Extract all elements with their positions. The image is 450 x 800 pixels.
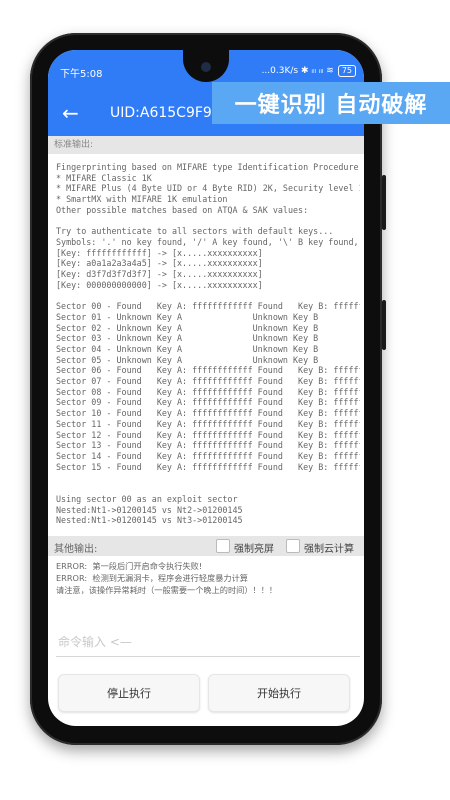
log-line: Nested:Nt1->01200145 vs Nt3->01200145 <box>56 515 243 526</box>
network-speed: ...0.3K/s ✱ ᵢₗₗ ᵢₗₗ ≋ <box>261 66 334 76</box>
log-line: Sector 02 - Unknown Key A Unknown Key B <box>56 322 319 333</box>
log-line: Using sector 00 as an exploit sector <box>56 493 238 504</box>
status-time: 下午5:08 <box>60 69 103 80</box>
log-line: * SmartMX with MIFARE 1K emulation <box>56 194 228 205</box>
start-button[interactable]: 开始执行 <box>208 674 350 712</box>
power-button <box>382 300 386 350</box>
log-line: Sector 06 - Found Key A: ffffffffffff Fo… <box>56 365 360 376</box>
error-line: ERROR: 第一段后门开启命令执行失败! <box>56 561 203 571</box>
log-line: Sector 04 - Unknown Key A Unknown Key B <box>56 343 319 354</box>
log-line: * MIFARE Classic 1K <box>56 172 152 183</box>
log-line: Sector 15 - Found Key A: ffffffffffff Fo… <box>56 461 360 472</box>
log-line: Sector 01 - Unknown Key A Unknown Key B <box>56 311 319 322</box>
log-line: Symbols: '.' no key found, '/' A key fou… <box>56 236 359 247</box>
force-cloud-compute-checkbox[interactable] <box>286 539 300 553</box>
log-line: [Key: d3f7d3f7d3f7] -> [x.....xxxxxxxxxx… <box>56 269 263 280</box>
force-screen-on-checkbox[interactable] <box>216 539 230 553</box>
log-line: Sector 11 - Found Key A: ffffffffffff Fo… <box>56 418 360 429</box>
log-line: Sector 13 - Found Key A: ffffffffffff Fo… <box>56 440 360 451</box>
log-line: [Key: ffffffffffff] -> [x.....xxxxxxxxxx… <box>56 247 263 258</box>
standard-output-label: 标准输出: <box>48 136 364 154</box>
log-line: Sector 09 - Found Key A: ffffffffffff Fo… <box>56 397 360 408</box>
log-line: Try to authenticate to all sectors with … <box>56 226 334 237</box>
stop-button[interactable]: 停止执行 <box>58 674 200 712</box>
log-line: Sector 05 - Unknown Key A Unknown Key B <box>56 354 319 365</box>
log-line: Sector 14 - Found Key A: ffffffffffff Fo… <box>56 450 360 461</box>
log-line: Other possible matches based on ATQA & S… <box>56 204 309 215</box>
log-line: Nested:Nt1->01200145 vs Nt2->01200145 <box>56 504 243 515</box>
other-output-label: 其他输出: <box>54 544 98 555</box>
page-title: UID:A615C9F9 <box>110 105 212 121</box>
error-line: 请注意，该操作异常耗时（一般需要一个晚上的时间）！！！ <box>56 585 278 595</box>
back-arrow-icon[interactable]: ← <box>62 101 79 125</box>
command-input[interactable] <box>56 628 360 657</box>
force-cloud-compute-label: 强制云计算 <box>304 544 354 555</box>
log-line: [Key: 000000000000] -> [x.....xxxxxxxxxx… <box>56 279 263 290</box>
battery-icon: 75 <box>337 65 356 77</box>
force-screen-on-label: 强制亮屏 <box>234 544 274 555</box>
log-line: Sector 00 - Found Key A: ffffffffffff Fo… <box>56 301 360 312</box>
log-line: [Key: a0a1a2a3a4a5] -> [x.....xxxxxxxxxx… <box>56 258 263 269</box>
log-line: Sector 10 - Found Key A: ffffffffffff Fo… <box>56 408 360 419</box>
log-line: Sector 07 - Found Key A: ffffffffffff Fo… <box>56 376 360 387</box>
log-line: Sector 03 - Unknown Key A Unknown Key B <box>56 333 319 344</box>
log-line: * MIFARE Plus (4 Byte UID or 4 Byte RID)… <box>56 183 360 194</box>
log-line: Fingerprinting based on MIFARE type Iden… <box>56 162 360 172</box>
volume-button <box>382 175 386 230</box>
log-line: Sector 08 - Found Key A: ffffffffffff Fo… <box>56 386 360 397</box>
standard-output-log[interactable]: Fingerprinting based on MIFARE type Iden… <box>56 162 360 542</box>
other-output-log: ERROR: 第一段后门开启命令执行失败! ERROR: 检测到无漏洞卡，程序会进… <box>56 560 356 596</box>
other-output-bar: 其他输出: 强制亮屏 强制云计算 <box>48 536 364 556</box>
phone-screen: 下午5:08 ...0.3K/s ✱ ᵢₗₗ ᵢₗₗ ≋ 75 ← UID:A6… <box>48 50 364 726</box>
promo-banner: 一键识别 自动破解 <box>212 82 450 124</box>
log-line: Sector 12 - Found Key A: ffffffffffff Fo… <box>56 429 360 440</box>
status-icons: ...0.3K/s ✱ ᵢₗₗ ᵢₗₗ ≋ 75 <box>262 65 356 77</box>
camera-icon <box>201 62 211 72</box>
error-line: ERROR: 检测到无漏洞卡，程序会进行轻度暴力计算 <box>56 573 248 583</box>
